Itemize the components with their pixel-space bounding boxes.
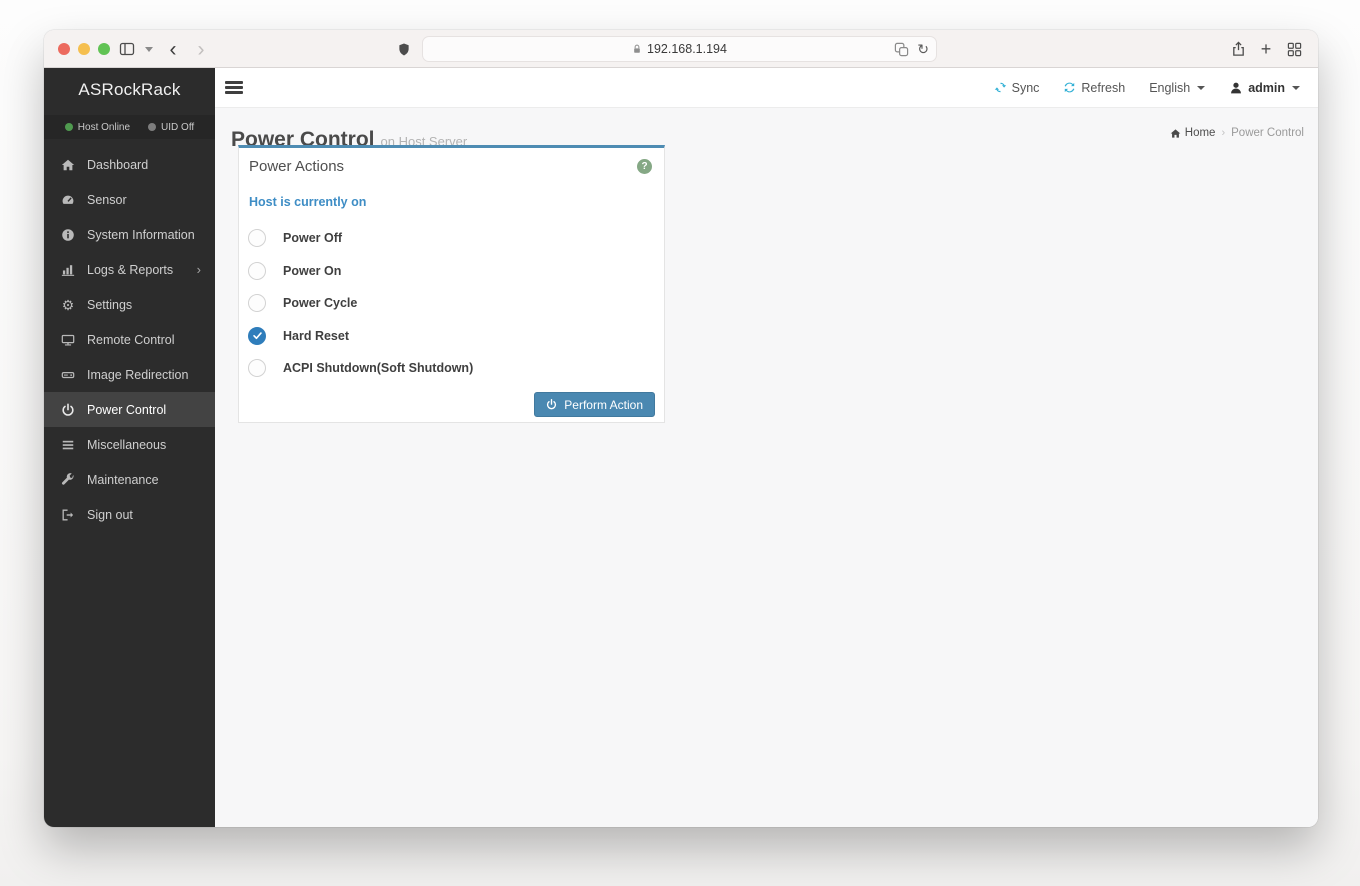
drive-icon [60, 368, 76, 382]
radio-button[interactable] [248, 294, 266, 313]
sidebar-item-maintenance[interactable]: Maintenance [44, 462, 215, 497]
sidebar-item-settings[interactable]: ⚙ Settings [44, 287, 215, 322]
sidebar-toggle-icon[interactable] [118, 30, 136, 68]
privacy-shield-icon[interactable] [396, 30, 412, 68]
refresh-button[interactable]: Refresh [1063, 81, 1125, 95]
radio-power-on[interactable]: Power On [239, 255, 664, 288]
radio-button[interactable] [248, 229, 266, 248]
host-online-dot-icon [64, 123, 73, 131]
close-window-button[interactable] [58, 43, 70, 55]
hamburger-menu-icon[interactable] [225, 79, 243, 97]
host-online-status: Host Online [64, 122, 130, 133]
url-text: 192.168.1.194 [647, 42, 727, 56]
language-dropdown[interactable]: English [1149, 81, 1206, 95]
uid-off-dot-icon [148, 123, 157, 131]
sidebar-item-power-control[interactable]: Power Control [44, 392, 215, 427]
sidebar-item-image-redirection[interactable]: Image Redirection [44, 357, 215, 392]
host-status-bar: Host Online UID Off [44, 115, 215, 139]
sync-button[interactable]: Sync [994, 81, 1039, 95]
home-icon [1170, 128, 1181, 138]
breadcrumb: Home › Power Control [1170, 127, 1304, 139]
sign-out-icon [60, 508, 76, 522]
perform-action-button[interactable]: Perform Action [534, 392, 655, 417]
check-icon [252, 332, 262, 340]
brand-title: ASRockRack [78, 80, 181, 99]
gauge-icon [60, 193, 76, 207]
user-icon [1231, 82, 1242, 93]
host-power-status-text: Host is currently on [249, 195, 367, 209]
power-icon [547, 399, 557, 410]
breadcrumb-current: Power Control [1231, 127, 1304, 139]
chevron-down-icon[interactable] [144, 30, 154, 68]
refresh-icon [1065, 82, 1075, 93]
user-menu[interactable]: admin [1229, 81, 1300, 95]
help-icon[interactable]: ? [637, 159, 652, 174]
power-actions-card: Power Actions ? Host is currently on Pow… [238, 145, 665, 423]
breadcrumb-separator: › [1221, 127, 1226, 139]
breadcrumb-home-link[interactable]: Home [1170, 127, 1215, 139]
radio-power-cycle[interactable]: Power Cycle [239, 287, 664, 320]
share-icon[interactable] [1230, 30, 1246, 68]
radio-button[interactable] [248, 359, 266, 378]
back-button[interactable]: ‹ [166, 30, 180, 68]
sidebar: ASRockRack Host Online UID Off Dashboard [44, 68, 215, 827]
sidebar-nav: Dashboard Sensor System Information Logs… [44, 147, 215, 532]
uid-status: UID Off [148, 122, 194, 133]
sidebar-item-logs-reports[interactable]: Logs & Reports › [44, 252, 215, 287]
translate-icon[interactable] [894, 42, 909, 57]
reload-icon[interactable]: ↻ [917, 41, 929, 58]
info-icon [60, 228, 76, 242]
radio-button-checked[interactable] [248, 326, 266, 345]
sidebar-item-sensor[interactable]: Sensor [44, 182, 215, 217]
power-icon [60, 403, 76, 417]
sidebar-item-system-information[interactable]: System Information [44, 217, 215, 252]
zoom-window-button[interactable] [98, 43, 110, 55]
minimize-window-button[interactable] [78, 43, 90, 55]
bar-chart-icon [60, 263, 76, 277]
sidebar-item-remote-control[interactable]: Remote Control [44, 322, 215, 357]
radio-hard-reset[interactable]: Hard Reset [239, 320, 664, 353]
lock-icon [634, 44, 640, 53]
caret-down-icon [1197, 85, 1206, 90]
caret-down-icon [1292, 85, 1300, 90]
new-tab-icon[interactable]: + [1258, 30, 1274, 68]
radio-acpi-shutdown[interactable]: ACPI Shutdown(Soft Shutdown) [239, 352, 664, 385]
top-bar: Sync Refresh English admin [215, 68, 1318, 108]
radio-power-off[interactable]: Power Off [239, 222, 664, 255]
radio-button[interactable] [248, 261, 266, 280]
address-bar[interactable]: 192.168.1.194 ↻ [422, 36, 937, 62]
sync-icon [994, 82, 1006, 93]
sidebar-item-dashboard[interactable]: Dashboard [44, 147, 215, 182]
main-content: Sync Refresh English admin Power Control… [215, 68, 1318, 827]
sidebar-item-sign-out[interactable]: Sign out [44, 497, 215, 532]
gear-icon: ⚙ [61, 296, 75, 313]
power-options-list: Power Off Power On Power Cycle Hard Rese… [239, 222, 664, 385]
submenu-chevron-icon: › [196, 262, 201, 277]
card-title: Power Actions [249, 158, 345, 175]
wrench-icon [60, 472, 76, 487]
forward-button[interactable]: › [194, 30, 208, 68]
list-icon [60, 438, 76, 452]
monitor-icon [60, 333, 76, 347]
sidebar-item-miscellaneous[interactable]: Miscellaneous [44, 427, 215, 462]
tab-overview-icon[interactable] [1286, 30, 1302, 68]
browser-toolbar: ‹ › 192.168.1.194 ↻ + [44, 30, 1318, 68]
browser-window: ‹ › 192.168.1.194 ↻ + ASRockRack Host On… [44, 30, 1318, 827]
home-icon [60, 158, 76, 172]
